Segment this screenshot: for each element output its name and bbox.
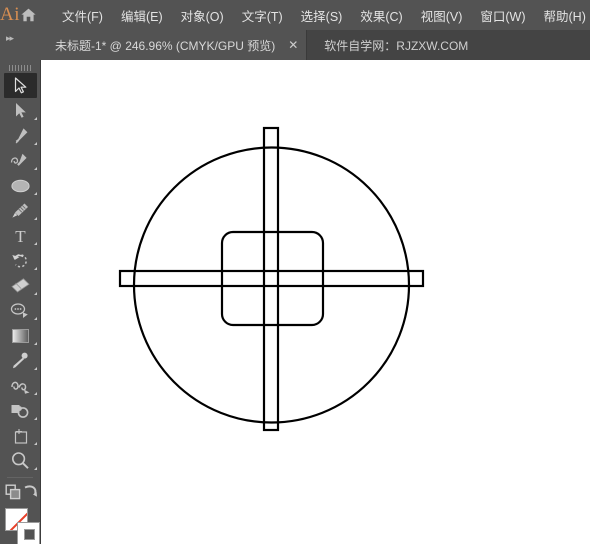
sidebar-item-gradient-tool[interactable] xyxy=(0,323,40,348)
menu-item-file[interactable]: 文件(F) xyxy=(53,2,112,29)
document-tab[interactable]: 未标题-1* @ 246.96% (CMYK/GPU 预览) ✕ xyxy=(41,30,308,60)
menu-item-window[interactable]: 窗口(W) xyxy=(471,2,534,29)
close-icon[interactable]: ✕ xyxy=(288,39,298,51)
sidebar-item-zoom-tool[interactable] xyxy=(0,448,40,473)
paintbrush-icon xyxy=(11,203,28,218)
blend-icon xyxy=(10,381,29,394)
home-icon[interactable] xyxy=(20,0,37,30)
tool-flyout-indicator xyxy=(34,417,37,420)
collapse-arrows-icon: ▸▸ xyxy=(6,33,14,43)
sidebar-item-ellipse-tool[interactable] xyxy=(0,173,40,198)
fill-stroke-control xyxy=(0,508,41,544)
toolbar-collapse-button[interactable]: ▸▸ xyxy=(0,30,41,60)
document-tab-title: 未标题-1* @ 246.96% (CMYK/GPU 预览) xyxy=(55,38,276,53)
tool-flyout-indicator xyxy=(34,117,37,120)
gradient-icon xyxy=(11,328,29,343)
ai-logo: Ai xyxy=(0,4,20,25)
sidebar-item-blend-tool[interactable] xyxy=(0,373,40,398)
tool-flyout-indicator xyxy=(34,217,37,220)
tool-flyout-indicator xyxy=(34,467,37,470)
sidebar-item-shaper-tool[interactable] xyxy=(0,298,40,323)
tool-flyout-indicator xyxy=(34,142,37,145)
sidebar-item-curvature-tool[interactable] xyxy=(0,148,40,173)
tool-flyout-indicator xyxy=(34,442,37,445)
menu-item-effect[interactable]: 效果(C) xyxy=(351,2,411,29)
menu-item-type[interactable]: 文字(T) xyxy=(233,2,292,29)
artwork-vertical-bar xyxy=(262,126,280,432)
selection-arrow-icon xyxy=(14,77,26,94)
ellipse-icon xyxy=(10,179,30,192)
grip-dots-icon xyxy=(9,64,31,71)
sidebar-item-paintbrush-tool[interactable] xyxy=(0,198,40,223)
tool-flyout-indicator xyxy=(34,167,37,170)
tool-flyout-indicator xyxy=(34,317,37,320)
sidebar-item-pen-tool[interactable] xyxy=(0,123,40,148)
tool-flyout-indicator xyxy=(34,392,37,395)
sidebar-item-selection-tool[interactable] xyxy=(3,73,37,98)
tool-flyout-indicator xyxy=(34,192,37,195)
tool-flyout-indicator xyxy=(34,367,37,370)
sidebar-item-type-tool[interactable]: T xyxy=(0,223,40,248)
sidebar-item-rotate-tool[interactable] xyxy=(0,248,40,273)
menu-item-edit[interactable]: 编辑(E) xyxy=(112,2,172,29)
svg-text:T: T xyxy=(15,227,26,244)
illustrator-window: Ai 文件(F) 编辑(E) 对象(O) 文字(T) 选择(S) 效果(C) 视… xyxy=(0,0,590,544)
tool-flyout-indicator xyxy=(34,242,37,245)
rotate-icon xyxy=(11,253,27,267)
artwork-horizontal-bar xyxy=(118,269,425,288)
menu-items: 文件(F) 编辑(E) 对象(O) 文字(T) 选择(S) 效果(C) 视图(V… xyxy=(53,2,590,29)
document-tab-bar: ▸▸ 未标题-1* @ 246.96% (CMYK/GPU 预览) ✕ 软件自学… xyxy=(0,30,590,60)
shaper-icon xyxy=(10,303,28,318)
sidebar-item-direct-selection-tool[interactable] xyxy=(0,98,40,123)
edit-toolbar-icon[interactable] xyxy=(5,484,22,505)
stroke-swatch[interactable] xyxy=(17,522,40,544)
tool-flyout-indicator xyxy=(34,342,37,345)
magnifier-icon xyxy=(12,452,29,469)
toolbar-divider xyxy=(7,477,33,478)
watermark-text: 软件自学网：RJZXW.COM xyxy=(324,38,469,53)
artwork-rounded-rect xyxy=(220,230,325,327)
tools-panel: T xyxy=(0,60,41,544)
pen-icon xyxy=(15,128,27,144)
sidebar-item-eraser-tool[interactable] xyxy=(0,273,40,298)
sidebar-item-artboard-tool[interactable] xyxy=(0,423,40,448)
menu-item-object[interactable]: 对象(O) xyxy=(172,2,233,29)
toolbar-grip[interactable] xyxy=(0,60,40,73)
crosshair-target-artwork xyxy=(118,126,425,432)
undo-arrow-icon[interactable] xyxy=(22,484,38,504)
sidebar-item-eyedropper-tool[interactable] xyxy=(0,348,40,373)
sidebar-item-shape-builder-tool[interactable] xyxy=(0,398,40,423)
shape-builder-icon xyxy=(11,404,28,418)
eyedropper-icon xyxy=(13,352,28,369)
artboard-icon xyxy=(14,428,27,444)
eraser-icon xyxy=(10,278,30,293)
menu-bar: Ai 文件(F) 编辑(E) 对象(O) 文字(T) 选择(S) 效果(C) 视… xyxy=(0,0,590,30)
direct-selection-arrow-icon xyxy=(15,103,26,118)
stroke-inner-hole xyxy=(24,529,35,540)
menu-item-view[interactable]: 视图(V) xyxy=(412,2,472,29)
menu-item-help[interactable]: 帮助(H) xyxy=(535,2,590,29)
document-canvas[interactable] xyxy=(41,60,590,544)
tool-flyout-indicator xyxy=(34,292,37,295)
toolbar-extras-row xyxy=(0,482,40,506)
type-icon: T xyxy=(15,227,26,244)
curvature-icon xyxy=(10,153,27,166)
menu-item-select[interactable]: 选择(S) xyxy=(292,2,352,29)
tool-flyout-indicator xyxy=(34,267,37,270)
